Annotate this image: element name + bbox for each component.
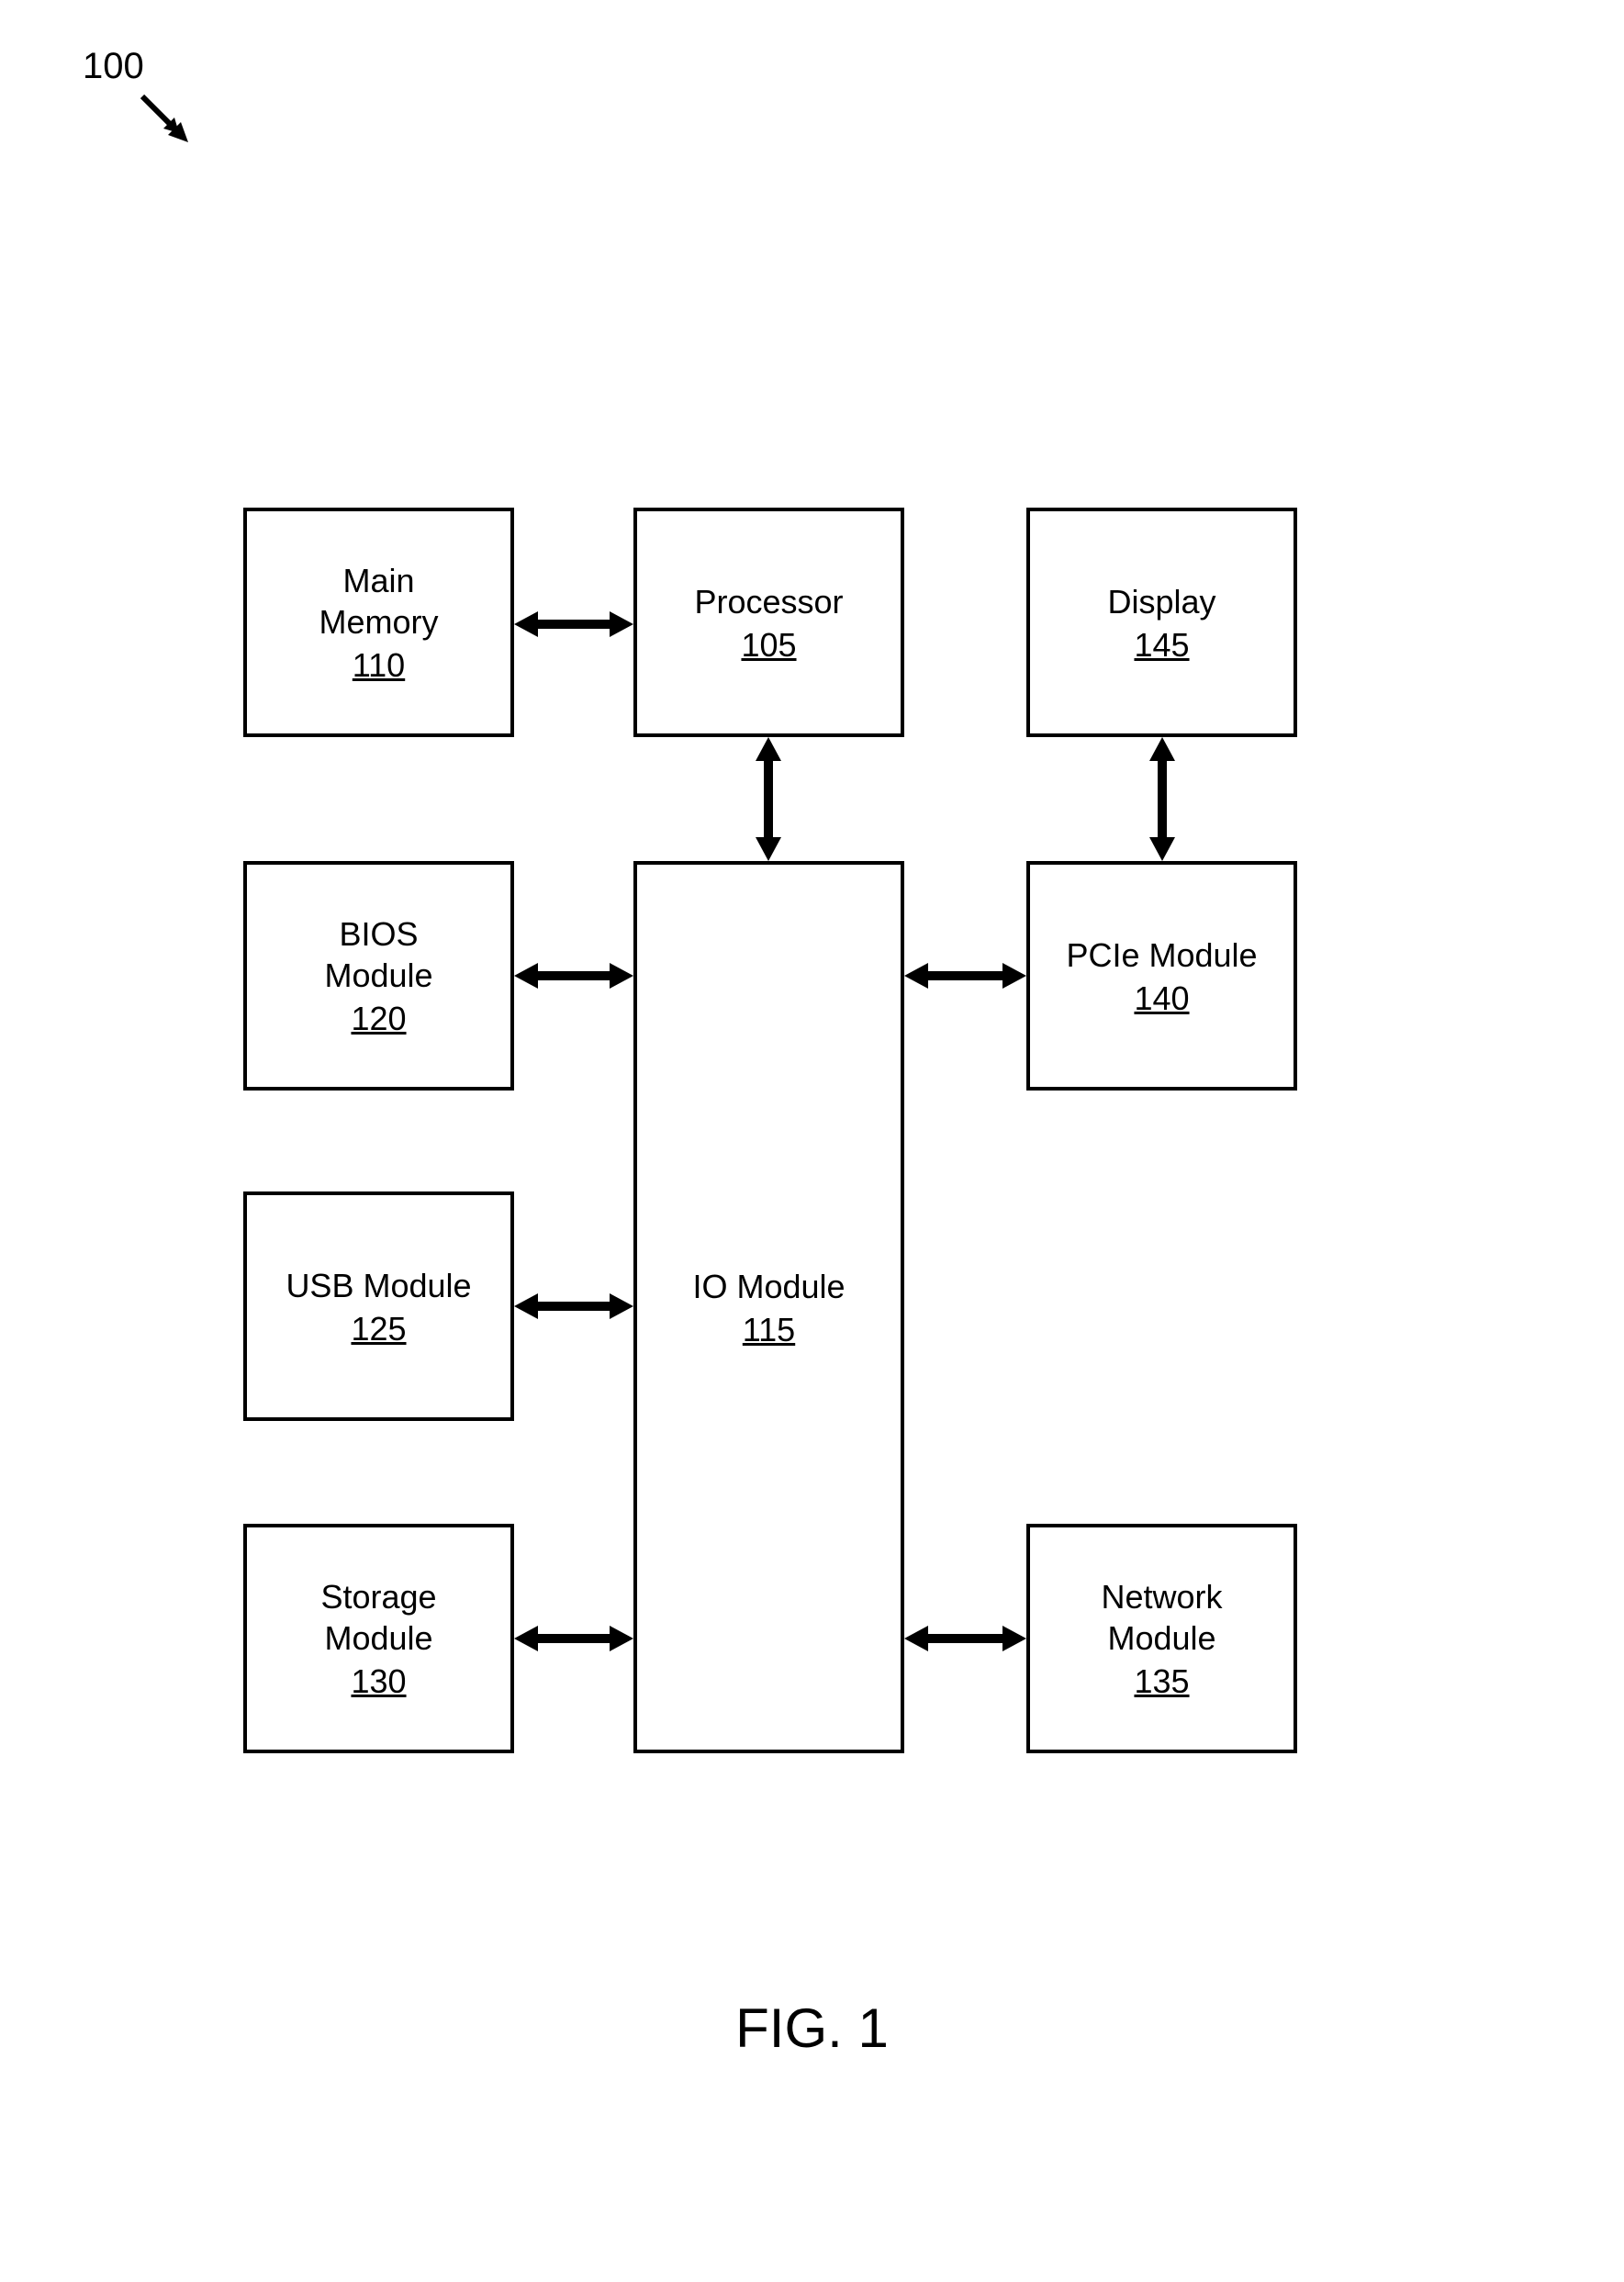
double-arrow-icon [904, 1620, 1026, 1657]
block-label: PCIe Module [1066, 934, 1257, 976]
block-number: 105 [741, 626, 796, 665]
block-label: MainMemory [319, 560, 438, 643]
block-io-module: IO Module 115 [633, 861, 904, 1753]
block-number: 115 [743, 1311, 795, 1349]
double-arrow-icon [514, 1288, 633, 1325]
block-number: 130 [351, 1662, 406, 1701]
block-number: 145 [1134, 626, 1189, 665]
block-number: 120 [351, 1000, 406, 1038]
block-storage: StorageModule 130 [243, 1524, 514, 1753]
double-arrow-icon [1144, 737, 1181, 861]
block-label: NetworkModule [1101, 1576, 1222, 1659]
block-label: USB Module [286, 1265, 471, 1306]
block-number: 140 [1134, 979, 1189, 1018]
double-arrow-icon [514, 957, 633, 994]
block-network: NetworkModule 135 [1026, 1524, 1297, 1753]
block-label: BIOSModule [324, 913, 432, 996]
block-label: IO Module [692, 1266, 845, 1307]
figure-ref-number: 100 [83, 46, 144, 87]
double-arrow-icon [750, 737, 787, 861]
double-arrow-icon [514, 1620, 633, 1657]
block-processor: Processor 105 [633, 508, 904, 737]
block-display: Display 145 [1026, 508, 1297, 737]
block-label: StorageModule [320, 1576, 436, 1659]
block-number: 135 [1134, 1662, 1189, 1701]
figure-ref-arrow-icon [138, 92, 202, 156]
block-usb: USB Module 125 [243, 1191, 514, 1421]
double-arrow-icon [904, 957, 1026, 994]
block-label: Display [1107, 581, 1215, 622]
block-number: 125 [351, 1310, 406, 1348]
block-number: 110 [353, 646, 405, 685]
diagram-page: 100 MainMemory 110 Processor 105 Display… [0, 0, 1624, 2282]
block-pcie: PCIe Module 140 [1026, 861, 1297, 1091]
double-arrow-icon [514, 606, 633, 643]
block-label: Processor [694, 581, 843, 622]
block-main-memory: MainMemory 110 [243, 508, 514, 737]
figure-caption: FIG. 1 [0, 1997, 1624, 2060]
block-bios: BIOSModule 120 [243, 861, 514, 1091]
